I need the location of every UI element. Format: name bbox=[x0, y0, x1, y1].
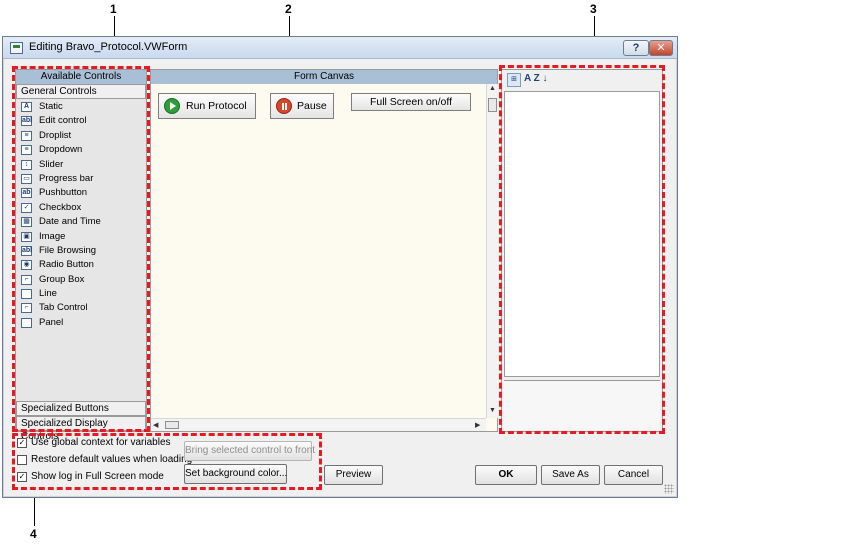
preview-button[interactable]: Preview bbox=[324, 465, 383, 485]
play-icon bbox=[164, 98, 180, 114]
run-protocol-button[interactable]: Run Protocol bbox=[158, 93, 256, 119]
title-bar: Editing Bravo_Protocol.VWForm ? ✕ bbox=[3, 37, 677, 59]
canvas-vertical-scrollbar[interactable]: ▲ ▼ bbox=[486, 84, 498, 418]
pause-icon bbox=[276, 98, 292, 114]
pause-button[interactable]: Pause bbox=[270, 93, 334, 119]
close-button[interactable]: ✕ bbox=[649, 40, 673, 56]
scroll-down-arrow-icon[interactable]: ▼ bbox=[489, 407, 496, 414]
scroll-left-arrow-icon[interactable]: ◀ bbox=[153, 421, 158, 429]
callout-2: 2 bbox=[285, 2, 292, 16]
horizontal-scroll-thumb[interactable] bbox=[165, 421, 179, 429]
canvas-horizontal-scrollbar[interactable]: ◀ ▶ bbox=[151, 418, 486, 431]
save-as-button[interactable]: Save As bbox=[541, 465, 600, 485]
scroll-up-arrow-icon[interactable]: ▲ bbox=[489, 85, 496, 92]
callout-4: 4 bbox=[30, 527, 37, 541]
callout-box-1 bbox=[12, 66, 150, 432]
cancel-button[interactable]: Cancel bbox=[604, 465, 663, 485]
form-canvas-header: Form Canvas bbox=[151, 70, 497, 84]
callout-3: 3 bbox=[590, 2, 597, 16]
scroll-right-arrow-icon[interactable]: ▶ bbox=[475, 421, 480, 429]
run-protocol-label: Run Protocol bbox=[186, 100, 247, 112]
vertical-scroll-thumb[interactable] bbox=[488, 98, 497, 112]
help-button[interactable]: ? bbox=[623, 40, 649, 56]
callout-box-4 bbox=[12, 433, 322, 490]
window-title: Editing Bravo_Protocol.VWForm bbox=[29, 41, 188, 53]
callout-box-3 bbox=[499, 65, 665, 434]
callout-1: 1 bbox=[110, 2, 117, 16]
form-app-icon bbox=[10, 42, 23, 54]
resize-grip-icon[interactable] bbox=[664, 484, 674, 494]
ok-button[interactable]: OK bbox=[475, 465, 537, 485]
form-canvas[interactable]: Form Canvas Run Protocol Pause Full Scre… bbox=[150, 69, 498, 432]
pause-label: Pause bbox=[297, 100, 327, 112]
full-screen-toggle-button[interactable]: Full Screen on/off bbox=[351, 93, 471, 111]
